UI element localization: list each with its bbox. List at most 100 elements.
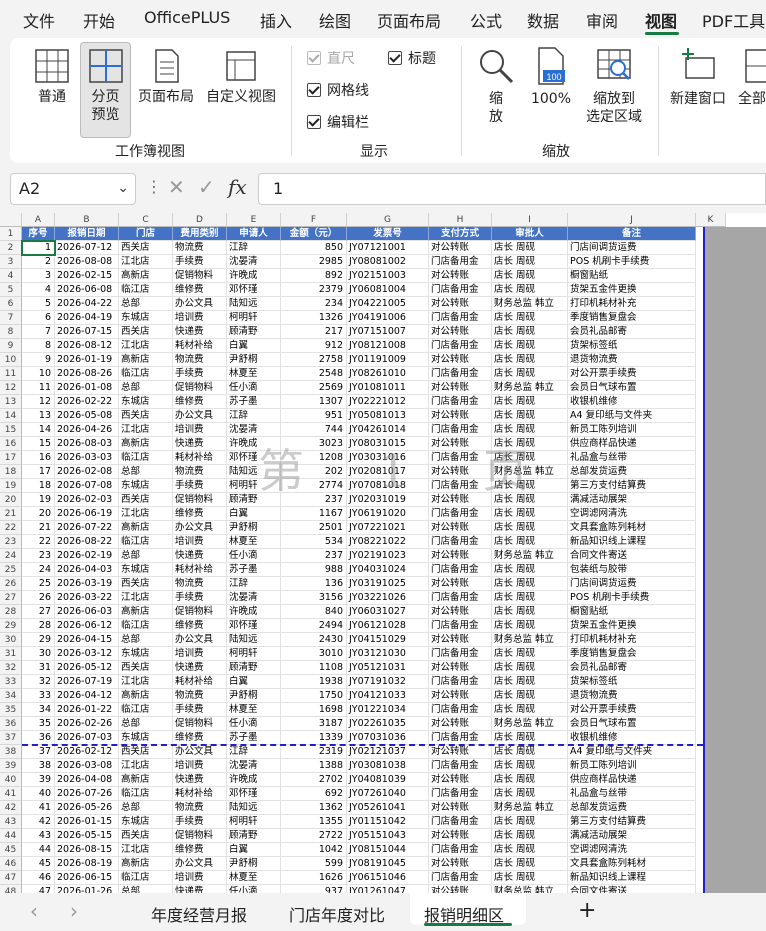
table-cell[interactable]: 办公文具 [173,633,227,647]
table-cell[interactable]: 2026-06-03 [55,605,119,619]
table-cell[interactable]: 退货物流费 [568,353,696,367]
table-cell[interactable]: JY07121001 [347,241,429,255]
table-cell[interactable]: 门店备用金 [429,647,492,661]
table-cell[interactable]: 对公转账 [429,241,492,255]
table-cell[interactable]: 21 [22,521,55,535]
table-cell[interactable]: 白翼 [227,339,281,353]
table-cell[interactable]: 总部发货运费 [568,465,696,479]
table-cell[interactable]: 2026-08-08 [55,255,119,269]
table-cell[interactable]: 对公开票手续费 [568,703,696,717]
table-cell[interactable]: JY05261041 [347,801,429,815]
table-cell[interactable]: 沈晏清 [227,591,281,605]
table-cell[interactable]: 对公转账 [429,577,492,591]
table-cell[interactable]: 2985 [281,255,347,269]
table-cell[interactable]: 林夏至 [227,367,281,381]
row-header[interactable]: 10 [0,353,22,367]
table-cell[interactable]: 柯明轩 [227,815,281,829]
table-cell[interactable]: 西关店 [119,241,173,255]
table-cell[interactable]: JY01221034 [347,703,429,717]
table-cell[interactable]: JY07031036 [347,731,429,745]
table-cell[interactable]: 总部 [119,381,173,395]
table-cell[interactable]: 2026-08-22 [55,535,119,549]
table-cell[interactable]: JY08191045 [347,857,429,871]
table-cell[interactable]: 西关店 [119,409,173,423]
table-cell[interactable]: JY05121031 [347,661,429,675]
table-cell[interactable]: 30 [22,647,55,661]
table-cell[interactable]: 对公转账 [429,633,492,647]
row-header[interactable]: 8 [0,325,22,339]
table-cell[interactable]: 1326 [281,311,347,325]
table-cell[interactable]: 2026-03-03 [55,451,119,465]
table-cell[interactable]: 促销物料 [173,269,227,283]
table-cell[interactable]: 2026-01-26 [55,885,119,893]
page-break-line[interactable] [22,744,703,746]
table-cell[interactable]: 门店备用金 [429,759,492,773]
table-cell[interactable]: 促销物料 [173,829,227,843]
table-cell[interactable]: 对公转账 [429,745,492,759]
table-cell[interactable]: 苏子墨 [227,731,281,745]
table-cell[interactable]: 沈晏清 [227,255,281,269]
table-cell[interactable]: 快递费 [173,325,227,339]
menu-page-layout[interactable]: 页面布局 [377,8,441,32]
row-header[interactable]: 4 [0,269,22,283]
table-cell[interactable]: 店长 周砚 [492,339,568,353]
table-cell[interactable]: 维修费 [173,731,227,745]
headings-checkbox[interactable]: 标题 [388,48,436,68]
table-cell[interactable]: 门店备用金 [429,787,492,801]
table-cell[interactable]: 23 [22,549,55,563]
table-cell[interactable]: 对公转账 [429,717,492,731]
table-cell[interactable]: 41 [22,801,55,815]
table-cell[interactable]: 对公转账 [429,801,492,815]
table-header-cell[interactable]: 报销日期 [55,227,119,241]
table-cell[interactable]: JY04121033 [347,689,429,703]
table-cell[interactable]: 门店备用金 [429,311,492,325]
table-cell[interactable]: 对公转账 [429,381,492,395]
table-cell[interactable]: 13 [22,409,55,423]
column-header[interactable]: C [119,213,173,227]
table-cell[interactable]: 临江店 [119,451,173,465]
table-header-cell[interactable]: 费用类别 [173,227,227,241]
table-cell[interactable]: 快递费 [173,773,227,787]
table-cell[interactable]: 24 [22,563,55,577]
column-header[interactable]: J [568,213,696,227]
row-header[interactable]: 29 [0,619,22,633]
table-cell[interactable]: 1362 [281,801,347,815]
table-cell[interactable]: 45 [22,857,55,871]
table-cell[interactable]: 988 [281,563,347,577]
table-cell[interactable]: 2026-07-08 [55,479,119,493]
table-cell[interactable]: 2026-07-19 [55,675,119,689]
row-header[interactable]: 45 [0,843,22,857]
table-cell[interactable]: 会员日气球布置 [568,381,696,395]
table-cell[interactable]: JY06151046 [347,871,429,885]
table-cell[interactable]: JY04031024 [347,563,429,577]
table-cell[interactable]: JY02191023 [347,549,429,563]
table-cell[interactable]: 2026-06-12 [55,619,119,633]
table-cell[interactable]: 2026-06-19 [55,507,119,521]
table-cell[interactable]: JY04191006 [347,311,429,325]
table-header-cell[interactable]: 发票号 [347,227,429,241]
table-cell[interactable]: 许晚成 [227,773,281,787]
table-cell[interactable]: 林夏至 [227,535,281,549]
table-cell[interactable]: 店长 周砚 [492,773,568,787]
table-cell[interactable]: 西关店 [119,493,173,507]
table-cell[interactable]: 31 [22,661,55,675]
prev-sheet-icon[interactable]: ‹ [30,899,38,923]
table-cell[interactable]: 江辞 [227,745,281,759]
table-cell[interactable]: 门店备用金 [429,731,492,745]
row-header[interactable]: 13 [0,395,22,409]
formula-bar-checkbox[interactable]: 编辑栏 [307,112,369,132]
table-cell[interactable]: 门店备用金 [429,563,492,577]
table-cell[interactable]: 财务总监 韩立 [492,885,568,893]
table-cell[interactable]: 沈晏清 [227,759,281,773]
table-cell[interactable]: JY07261040 [347,787,429,801]
table-cell[interactable]: 店长 周砚 [492,563,568,577]
table-cell[interactable]: 西关店 [119,829,173,843]
table-cell[interactable]: JY07151007 [347,325,429,339]
table-cell[interactable]: JY05081013 [347,409,429,423]
row-header[interactable]: 3 [0,255,22,269]
column-header[interactable]: D [173,213,227,227]
table-cell[interactable]: 18 [22,479,55,493]
table-cell[interactable]: 2026-08-19 [55,857,119,871]
table-cell[interactable]: 40 [22,787,55,801]
table-cell[interactable]: 2430 [281,633,347,647]
